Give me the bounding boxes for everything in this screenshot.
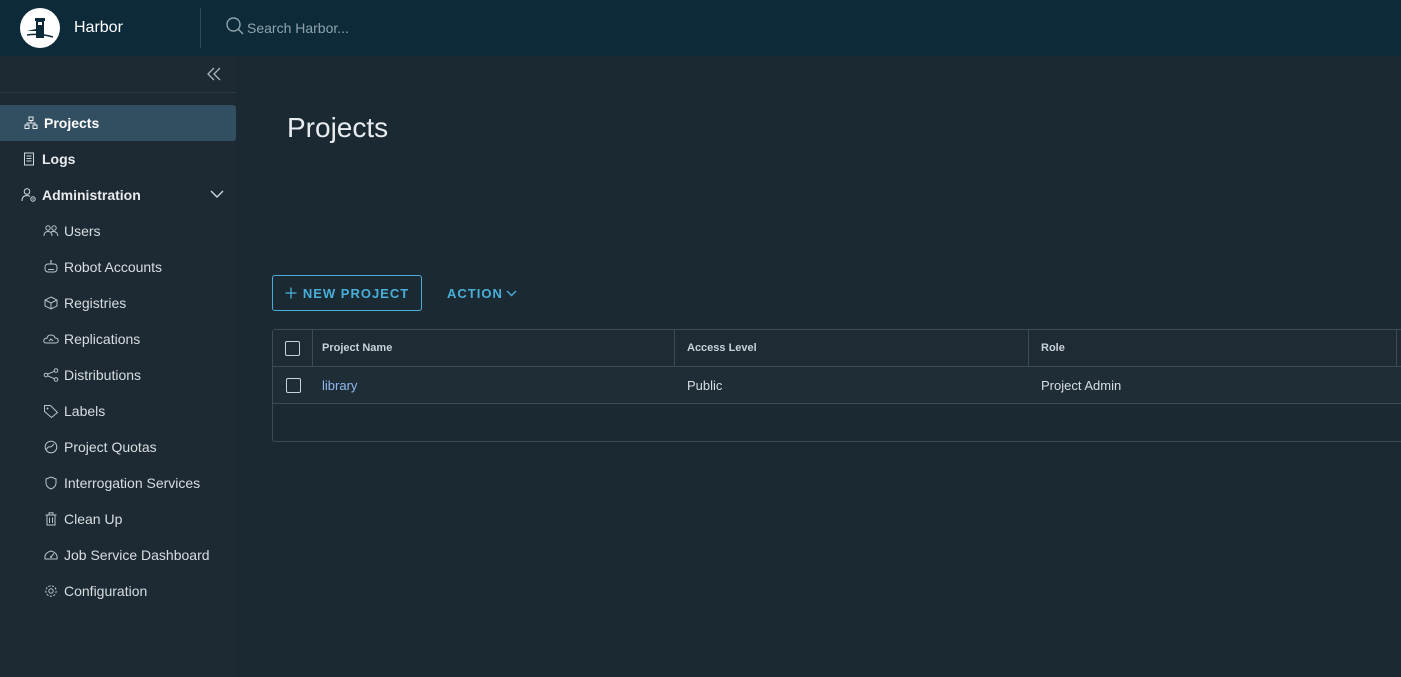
sidebar-item-label: Logs — [42, 151, 76, 167]
sidebar-item-robot-accounts[interactable]: Robot Accounts — [0, 249, 236, 285]
users-icon — [42, 222, 60, 240]
chevron-down-icon — [506, 288, 517, 299]
collapse-sidebar-icon[interactable] — [204, 64, 224, 84]
project-name-link[interactable]: library — [322, 378, 357, 393]
quotas-icon — [42, 438, 60, 456]
shield-icon — [42, 474, 60, 492]
app-title: Harbor — [74, 19, 123, 36]
search-icon — [225, 16, 245, 41]
sidebar-item-clean-up[interactable]: Clean Up — [0, 501, 236, 537]
brand[interactable]: Harbor — [0, 0, 200, 56]
sidebar-item-label: Configuration — [64, 583, 148, 599]
sidebar: Projects Logs Administration Users Robot… — [0, 56, 236, 677]
new-project-label: NEW PROJECT — [302, 285, 410, 301]
sidebar-item-label: Clean Up — [64, 511, 123, 527]
row-select-cell — [273, 367, 313, 403]
robot-icon — [42, 258, 60, 276]
logs-icon — [20, 150, 38, 168]
sidebar-item-label: Distributions — [64, 367, 142, 383]
cell-access-level: Public — [675, 367, 1029, 403]
sidebar-item-projects[interactable]: Projects — [0, 105, 236, 141]
sidebar-nav: Projects Logs Administration Users Robot… — [0, 105, 236, 609]
new-project-button[interactable]: NEW PROJECT — [272, 275, 422, 311]
cell-role: Project Admin — [1029, 367, 1397, 403]
gear-icon — [42, 582, 60, 600]
sidebar-item-configuration[interactable]: Configuration — [0, 573, 236, 609]
sidebar-item-registries[interactable]: Registries — [0, 285, 236, 321]
trash-icon — [42, 510, 60, 528]
projects-table: Project Name Access Level Role library P… — [272, 329, 1401, 442]
dashboard-icon — [42, 546, 60, 564]
plus-icon — [285, 287, 297, 299]
action-dropdown-button[interactable]: ACTION — [447, 275, 517, 311]
select-all-cell — [273, 330, 313, 366]
projects-icon — [22, 114, 40, 132]
sidebar-item-label: Labels — [64, 403, 106, 419]
sidebar-item-logs[interactable]: Logs — [0, 141, 236, 177]
sidebar-item-users[interactable]: Users — [0, 213, 236, 249]
main-content: Projects NEW PROJECT ACTION Project Name — [236, 56, 1401, 677]
sidebar-item-replications[interactable]: Replications — [0, 321, 236, 357]
action-label: ACTION — [447, 285, 503, 301]
sidebar-item-labels[interactable]: Labels — [0, 393, 236, 429]
registries-icon — [42, 294, 60, 312]
column-header-access-level[interactable]: Access Level — [675, 330, 1029, 366]
page-title: Projects — [287, 112, 389, 143]
search-bar[interactable] — [225, 16, 547, 41]
search-input[interactable] — [247, 20, 547, 36]
header-divider — [200, 8, 201, 48]
select-all-checkbox[interactable] — [285, 340, 300, 356]
labels-icon — [42, 402, 60, 420]
sidebar-item-job-service-dashboard[interactable]: Job Service Dashboard — [0, 537, 236, 573]
sidebar-divider — [0, 92, 236, 93]
column-header-label: Access Level — [687, 342, 757, 354]
distributions-icon — [42, 366, 60, 384]
harbor-logo-icon — [20, 8, 60, 48]
sidebar-item-label: Replications — [64, 331, 141, 347]
row-checkbox[interactable] — [285, 377, 301, 393]
sidebar-item-label: Interrogation Services — [64, 475, 201, 491]
sidebar-item-label: Robot Accounts — [64, 259, 163, 275]
sidebar-item-label: Project Quotas — [64, 439, 157, 455]
sidebar-item-label: Administration — [42, 187, 141, 203]
top-header: Harbor — [0, 0, 1401, 56]
column-header-role[interactable]: Role — [1029, 330, 1397, 366]
column-header-label: Project Name — [322, 342, 393, 354]
chevron-down-icon[interactable] — [210, 187, 224, 204]
sidebar-item-distributions[interactable]: Distributions — [0, 357, 236, 393]
column-header-label: Role — [1041, 342, 1065, 354]
access-level-text: Public — [687, 377, 723, 393]
column-header-project-name[interactable]: Project Name — [313, 330, 675, 366]
table-row: library Public Project Admin — [273, 367, 1401, 404]
administration-icon — [20, 186, 38, 204]
table-header: Project Name Access Level Role — [273, 330, 1401, 367]
sidebar-item-interrogation-services[interactable]: Interrogation Services — [0, 465, 236, 501]
sidebar-item-label: Job Service Dashboard — [64, 547, 210, 563]
sidebar-item-project-quotas[interactable]: Project Quotas — [0, 429, 236, 465]
sidebar-item-label: Projects — [44, 115, 100, 131]
role-text: Project Admin — [1041, 377, 1122, 393]
cell-project-name: library — [313, 367, 675, 403]
sidebar-item-label: Users — [64, 223, 101, 239]
sidebar-item-administration[interactable]: Administration — [0, 177, 236, 213]
sidebar-item-label: Registries — [64, 295, 127, 311]
replications-icon — [42, 330, 60, 348]
